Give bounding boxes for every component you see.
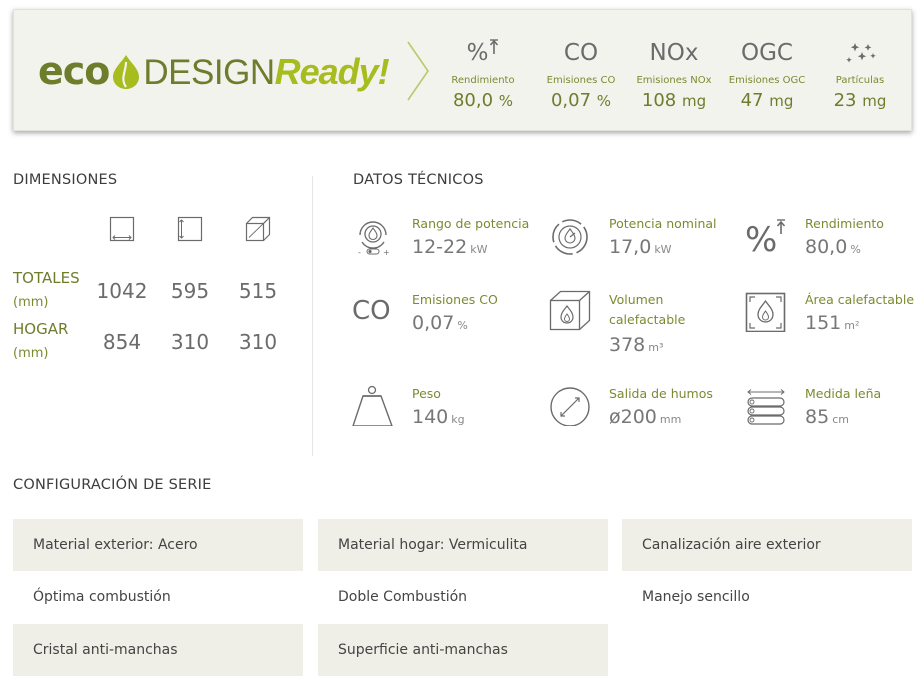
logo-ready-text: Ready! <box>274 51 390 92</box>
td-salida-humos: Salida de humos ø200 mm <box>549 384 739 456</box>
co-symbol: CO <box>563 40 599 66</box>
totales-width-value: 1042 <box>96 279 148 303</box>
height-dimension-icon <box>177 216 203 242</box>
config-item: Material exterior: Acero <box>13 519 303 571</box>
leaf-drop-icon <box>111 54 141 90</box>
config-item: Superficie anti-manchas <box>318 624 608 676</box>
td-area-calefactable: Área calefactable 151 m² <box>745 290 922 362</box>
td-peso: Peso 140 kg <box>352 384 542 456</box>
svg-text:%: % <box>745 220 777 256</box>
nominal-power-icon <box>552 219 588 255</box>
dimensions-title: DIMENSIONES <box>13 172 118 188</box>
depth-dimension-icon <box>245 216 271 242</box>
power-range-icon: - + <box>358 221 390 256</box>
config-item: Óptima combustión <box>33 589 171 605</box>
totales-depth-value: 515 <box>238 279 278 303</box>
eco-item-rendimiento: % Rendimiento 80,0 % <box>437 32 529 111</box>
hogar-depth-value: 310 <box>238 330 278 354</box>
svg-text:-: - <box>358 248 361 256</box>
config-item: Manejo sencillo <box>642 589 750 605</box>
nox-symbol: NOx <box>649 40 699 66</box>
td-volumen-calefactable: Volumen calefactable 378 m³ <box>549 290 739 370</box>
dim-row-hogar-unit: (mm) <box>13 346 49 361</box>
dim-row-totales-label: TOTALES <box>13 269 80 287</box>
ogc-symbol: OGC <box>741 40 793 66</box>
chevron-right-icon <box>407 41 429 101</box>
td-potencia-nominal: Potencia nominal 17,0 kW <box>549 214 739 286</box>
config-item: Doble Combustión <box>338 589 468 605</box>
efficiency-icon: % <box>437 32 529 74</box>
eco-item-co: CO Emisiones CO 0,07 % <box>535 32 627 111</box>
eco-item-ogc: OGC Emisiones OGC 47 mg <box>721 32 813 111</box>
particles-icon <box>814 32 906 74</box>
technical-title: DATOS TÉCNICOS <box>353 172 484 188</box>
section-divider <box>312 176 313 456</box>
eco-item-nox: NOx Emisiones NOx 108 mg <box>628 32 720 111</box>
totales-height-value: 595 <box>170 279 210 303</box>
configuration-title: CONFIGURACIÓN DE SERIE <box>13 477 212 493</box>
eco-item-particulas: Partículas 23 mg <box>814 32 906 111</box>
config-item: Canalización aire exterior <box>622 519 912 571</box>
td-emisiones-co: CO Emisiones CO 0,07% <box>352 292 498 334</box>
smoke-outlet-icon <box>550 387 590 426</box>
dim-row-totales-unit: (mm) <box>13 295 49 310</box>
td-rendimiento: % Rendimiento 80,0% <box>745 216 884 258</box>
ecodesign-banner: eco DESIGN Ready! % Rendimiento 80,0 % C… <box>13 9 912 131</box>
width-dimension-icon <box>109 216 135 242</box>
hogar-height-value: 310 <box>170 330 210 354</box>
ecodesign-ready-logo: eco DESIGN Ready! <box>38 48 390 108</box>
logo-design-text: DESIGN <box>143 53 275 92</box>
heated-volume-icon <box>549 290 591 331</box>
dim-row-hogar-label: HOGAR <box>13 320 69 338</box>
co-text-icon: CO <box>352 296 391 326</box>
heated-area-icon <box>745 292 786 332</box>
svg-text:+: + <box>383 248 390 256</box>
efficiency-icon: % <box>745 219 786 256</box>
config-item: Cristal anti-manchas <box>13 624 303 676</box>
td-rango-potencia: - + Rango de potencia 12-22 kW <box>352 214 542 286</box>
firewood-icon <box>747 389 785 425</box>
weight-icon <box>352 385 393 426</box>
logo-eco-text: eco <box>38 49 110 93</box>
td-medida-lena: Medida leña 85 cm <box>745 384 922 456</box>
config-item: Material hogar: Vermiculita <box>318 519 608 571</box>
hogar-width-value: 854 <box>102 330 142 354</box>
